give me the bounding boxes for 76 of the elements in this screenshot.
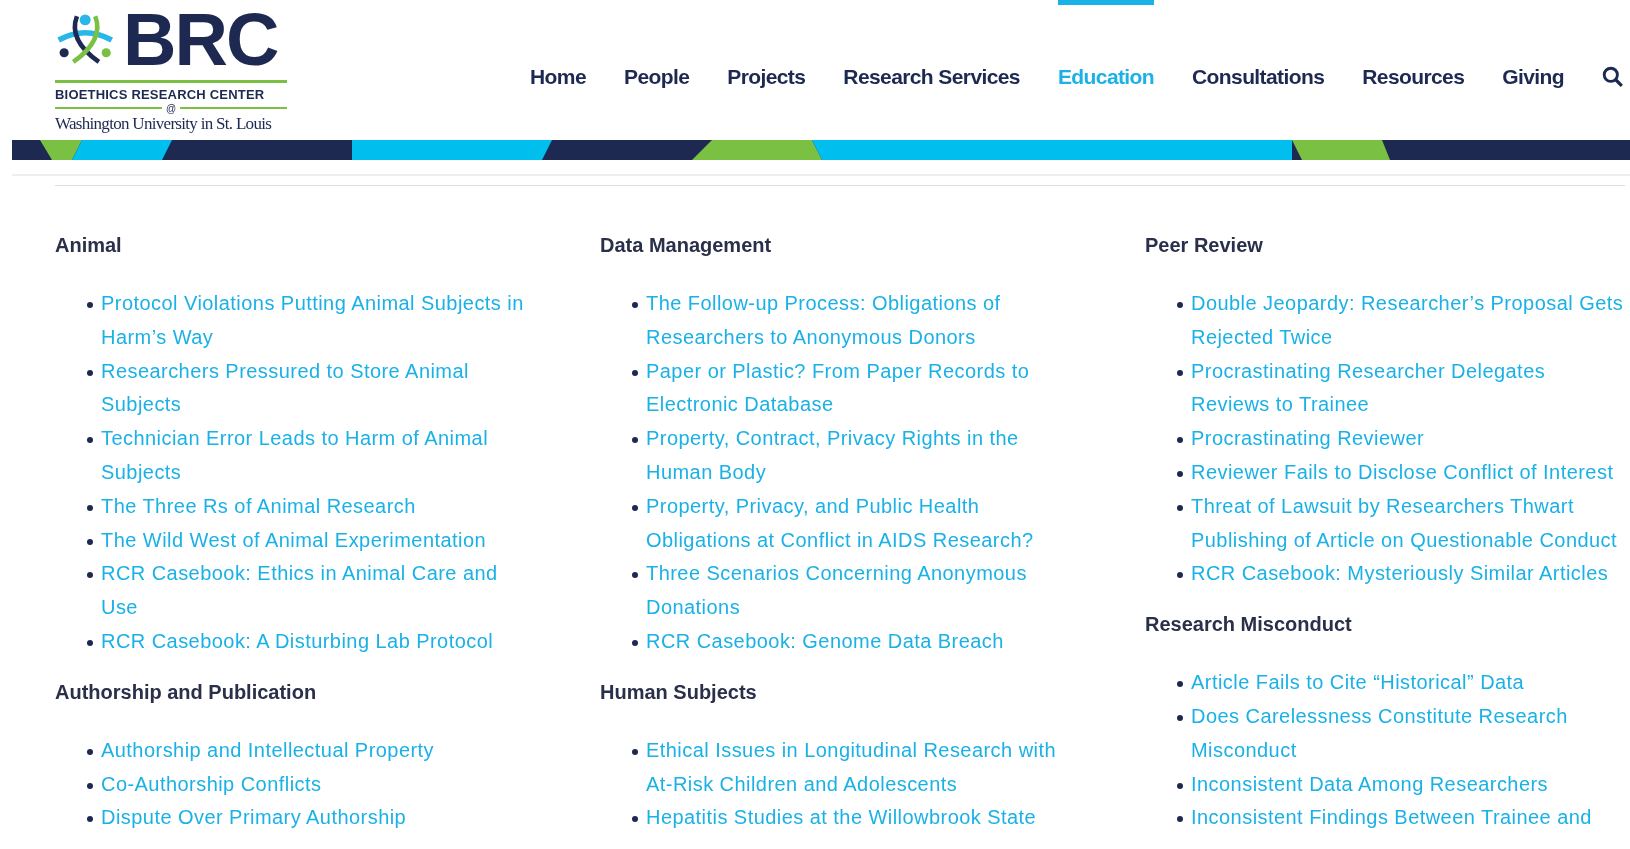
bullet-icon (87, 748, 93, 755)
bullet-icon (632, 639, 638, 646)
bullet-icon (632, 369, 638, 376)
bullet-icon (1177, 782, 1183, 789)
nav-link[interactable]: Resources (1362, 65, 1465, 88)
bullet-icon (632, 816, 638, 823)
case-link[interactable]: The Follow-up Process: Obligations of Researchers to Anonymous Donors (646, 287, 1082, 355)
university-name: Washington University in St. Louis (55, 114, 273, 134)
case-link[interactable]: Paper or Plastic? From Paper Records to Electronic Database (646, 354, 1082, 423)
bullet-icon (87, 437, 93, 444)
bullet-icon (87, 504, 93, 511)
section-heading: Human Subjects (600, 680, 758, 704)
case-link[interactable]: RCR Casebook: Ethics in Animal Care and Use (101, 557, 537, 625)
case-link[interactable]: RCR Casebook: Genome Data Breach (646, 624, 1004, 659)
nav-link[interactable]: People (624, 65, 690, 88)
case-link[interactable]: Three Scenarios Concerning Anonymous Donations (646, 557, 1082, 625)
bullet-icon (1177, 816, 1183, 823)
bullet-icon (632, 748, 638, 755)
bullet-icon (632, 437, 638, 444)
nav-link[interactable]: Education (1057, 65, 1155, 88)
bullet-icon (632, 504, 638, 511)
case-link[interactable]: The Wild West of Animal Experimentation (101, 523, 487, 558)
bullet-icon (87, 538, 93, 545)
case-link[interactable]: Threat of Lawsuit by Researchers Thwart Publishing of Article on Questionable Conduct (1191, 489, 1627, 558)
case-link[interactable]: Researchers Pressured to Store Animal Subjects (101, 354, 537, 423)
bullet-icon (1177, 437, 1183, 444)
bullet-icon (1177, 471, 1183, 477)
case-link[interactable]: The Three Rs of Animal Research (101, 489, 416, 524)
bullet-icon (1177, 369, 1183, 376)
case-link[interactable]: Ethical Issues in Longitudinal Research with At-Risk Children and Adolescents (646, 733, 1082, 802)
bullet-icon (1177, 504, 1183, 511)
bullet-icon (87, 816, 93, 823)
bullet-icon (87, 302, 93, 308)
logo-initials: BRC (123, 6, 278, 74)
nav-link[interactable]: Giving (1502, 65, 1564, 88)
nav-link[interactable]: Research Services (843, 65, 1020, 88)
case-link[interactable]: Double Jeopardy: Researcher’s Proposal Gets Rejected Twice (1191, 287, 1627, 355)
case-link[interactable]: Authorship and Intellectual Property (101, 733, 435, 768)
bullet-icon (1177, 681, 1183, 688)
section-heading: Authorship and Publication (55, 680, 318, 704)
bullet-icon (1177, 572, 1183, 579)
case-link[interactable]: Procrastinating Reviewer (1191, 422, 1425, 456)
case-link[interactable]: Technician Error Leads to Harm of Animal Subjects (101, 422, 537, 490)
bullet-icon (1177, 714, 1183, 721)
case-link[interactable]: Co-Authorship Conflicts (101, 767, 322, 802)
logo[interactable]: BRC BIOETHICS RESEARCH CENTER @ Washington University in St. Louis (55, 0, 287, 134)
case-link[interactable]: Protocol Violations Putting Animal Subjects in Harm’s Way (101, 287, 537, 355)
case-link[interactable]: Hepatitis Studies at the Willowbrook State (646, 801, 1037, 836)
bullet-icon (87, 572, 93, 579)
case-link[interactable]: Dispute Over Primary Authorship (101, 801, 407, 836)
logo-name: BIOETHICS RESEARCH CENTER (55, 87, 266, 102)
section-heading: Research Misconduct (1145, 613, 1353, 637)
case-link[interactable]: Inconsistent Data Among Researchers (1191, 767, 1549, 802)
section-heading: Animal (55, 234, 123, 257)
section-heading: Peer Review (1145, 234, 1264, 257)
case-link[interactable]: RCR Casebook: A Disturbing Lab Protocol (101, 624, 494, 659)
bullet-icon (632, 302, 638, 308)
section-heading: Data Management (600, 234, 773, 257)
case-link[interactable]: Property, Contract, Privacy Rights in the Human Body (646, 422, 1082, 490)
nav-link[interactable]: Home (530, 65, 586, 88)
bullet-icon (1177, 302, 1183, 308)
bullet-icon (632, 572, 638, 579)
case-link[interactable]: Procrastinating Researcher Delegates Reviews to Trainee (1191, 354, 1627, 423)
bullet-icon (87, 369, 93, 376)
nav-link[interactable]: Projects (727, 65, 806, 88)
nav-link[interactable]: Consultations (1192, 65, 1325, 88)
case-link[interactable]: Property, Privacy, and Public Health Obligations at Conflict in AIDS Research? (646, 489, 1082, 558)
bullet-icon (87, 639, 93, 646)
case-link[interactable]: Article Fails to Cite “Historical” Data (1191, 666, 1525, 700)
bullet-icon (87, 782, 93, 789)
case-link[interactable]: Inconsistent Findings Between Trainee and (1191, 801, 1592, 836)
case-link[interactable]: Does Carelessness Constitute Research Misconduct (1191, 699, 1627, 768)
case-link[interactable]: Reviewer Fails to Disclose Conflict of Interest (1191, 456, 1614, 490)
at-sign: @ (165, 102, 177, 114)
search-icon[interactable] (1602, 66, 1624, 88)
case-link[interactable]: RCR Casebook: Mysteriously Similar Articles (1191, 557, 1609, 592)
